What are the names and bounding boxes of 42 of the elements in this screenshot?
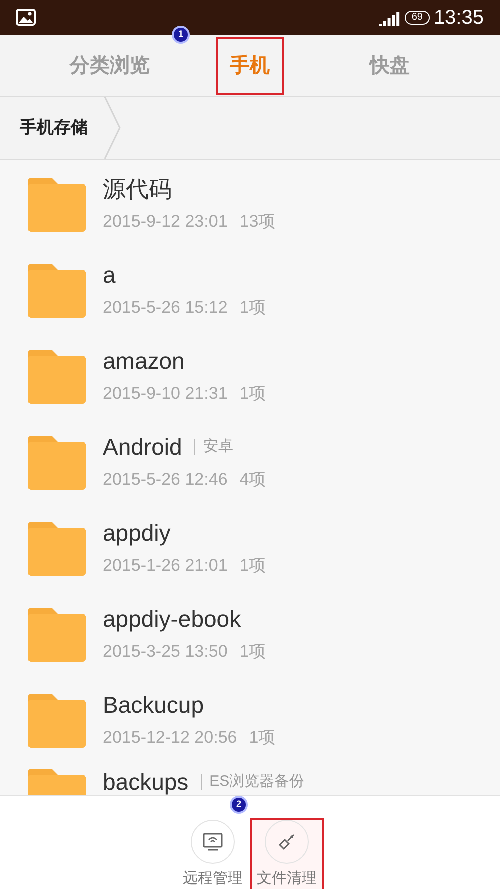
item-count: 1项	[240, 554, 266, 576]
signal-icon	[378, 10, 401, 26]
file-name: backups	[103, 768, 189, 795]
action-button[interactable]: 远程管理	[176, 818, 250, 889]
monitor-wifi-icon	[203, 833, 223, 851]
file-name: a	[103, 261, 116, 290]
file-date: 2015-12-12 20:56	[103, 726, 238, 748]
file-name: Backucup	[103, 691, 204, 720]
image-icon	[16, 9, 36, 26]
file-row[interactable]: a 2015-5-26 15:12 1项	[0, 246, 500, 332]
file-row[interactable]: Android 安卓 2015-5-26 12:46 4项	[0, 418, 500, 504]
file-row[interactable]: 源代码 2015-9-12 23:01 13项	[0, 160, 500, 246]
step-marker: 1	[174, 28, 188, 42]
file-date: 2015-5-26 12:46	[103, 468, 228, 490]
clock-text: 13:35	[434, 6, 484, 30]
file-date: 2015-9-10 21:31	[103, 382, 228, 404]
file-date: 2015-5-26 15:12	[103, 296, 228, 318]
action-button[interactable]: 文件清理	[250, 818, 324, 889]
file-row[interactable]: appdiy-ebook 2015-3-25 13:50 1项	[0, 590, 500, 676]
brush-icon	[277, 832, 297, 852]
item-count: 13项	[240, 210, 276, 232]
item-count: 1项	[249, 726, 276, 748]
item-count: 1项	[240, 382, 266, 404]
file-name: appdiy-ebook	[103, 605, 242, 634]
item-count: 1项	[240, 640, 266, 662]
file-name: amazon	[103, 347, 185, 376]
file-date: 2015-1-26 21:01	[103, 554, 228, 576]
file-tag: 安卓	[194, 439, 234, 456]
file-date: 2015-3-25 13:50	[103, 640, 228, 662]
item-count: 4项	[240, 468, 266, 490]
file-name: appdiy	[103, 519, 171, 548]
file-date: 2015-9-12 23:01	[103, 210, 228, 232]
file-row[interactable]: appdiy 2015-1-26 21:01 1项	[0, 504, 500, 590]
battery-indicator: 69	[404, 10, 430, 24]
file-tag: ES浏览器备份	[200, 774, 305, 790]
file-row[interactable]: amazon 2015-9-10 21:31 1项	[0, 332, 500, 418]
breadcrumb-item[interactable]: 手机存储	[0, 115, 104, 141]
file-name: Android	[103, 433, 182, 462]
step-marker: 2	[232, 798, 246, 812]
item-count: 1项	[240, 296, 266, 318]
file-name: 源代码	[103, 175, 172, 204]
file-row[interactable]: Backucup 2015-12-12 20:56 1项	[0, 676, 500, 762]
